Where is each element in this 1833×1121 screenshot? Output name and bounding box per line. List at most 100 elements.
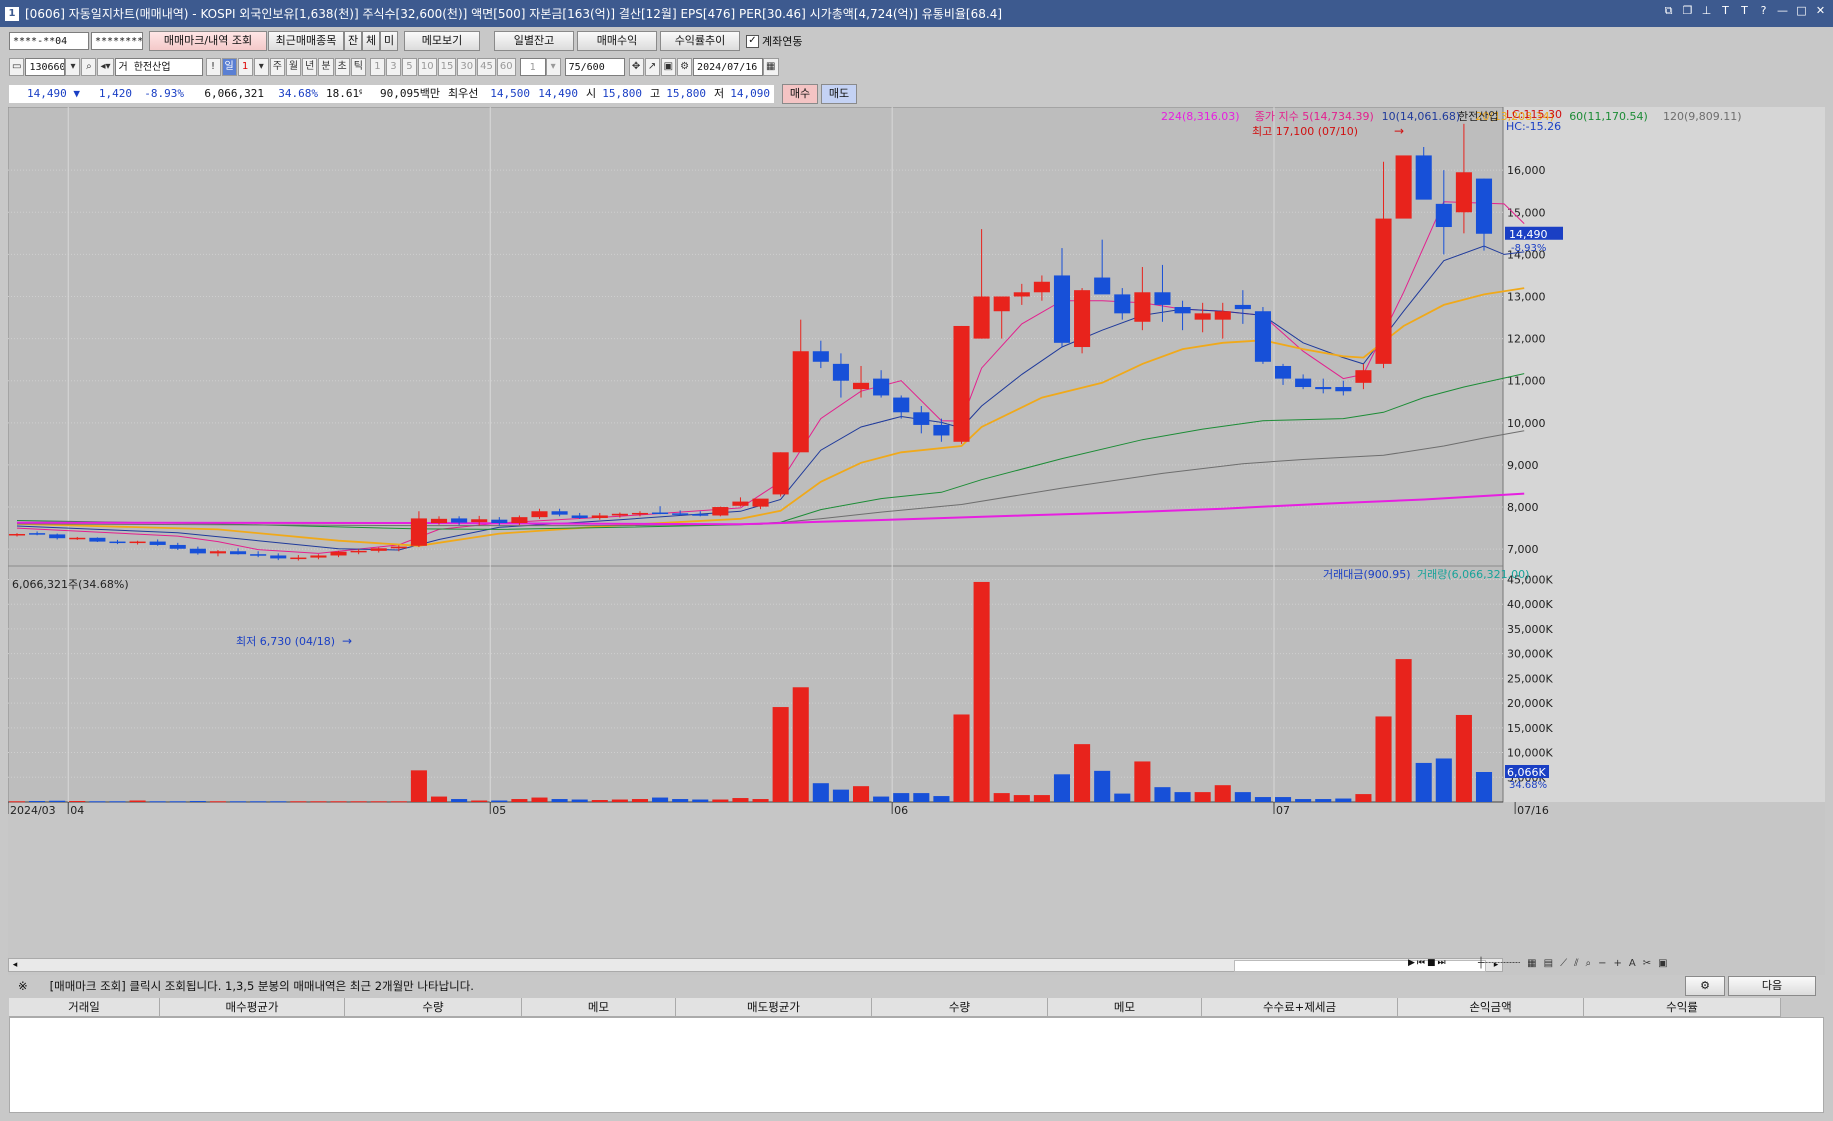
candle-body bbox=[953, 325, 970, 442]
period-second-button[interactable]: 초 bbox=[334, 58, 350, 76]
alert-button[interactable]: ! bbox=[205, 58, 221, 76]
zoom-in-icon[interactable]: + bbox=[1614, 958, 1622, 972]
legend-ma60: 60(11,170.54) bbox=[1569, 110, 1648, 123]
volume-bar bbox=[732, 798, 749, 802]
copy-window-icon[interactable]: ❐ bbox=[1681, 4, 1694, 17]
scroll-left-icon[interactable]: ◂ bbox=[9, 959, 21, 971]
minute-5-button[interactable]: 5 bbox=[401, 58, 417, 76]
period-tick-button[interactable]: 틱 bbox=[350, 58, 366, 76]
stock-code-input[interactable]: 130660 bbox=[25, 58, 66, 76]
table-settings-button[interactable]: ⚙ bbox=[1685, 976, 1725, 996]
sell-button[interactable]: 매도 bbox=[821, 84, 857, 104]
volume-tick-label: 25,000K bbox=[1507, 672, 1553, 685]
zoom-out-icon[interactable]: − bbox=[1598, 958, 1606, 972]
config-icon[interactable]: ▣ bbox=[1658, 958, 1667, 972]
calendar-icon[interactable]: ▦ bbox=[763, 58, 779, 76]
font-size-icon[interactable]: T bbox=[1738, 4, 1751, 17]
volume-bar bbox=[390, 801, 407, 803]
pin-icon[interactable]: ⊥ bbox=[1700, 4, 1713, 17]
minute-3-button[interactable]: 3 bbox=[385, 58, 401, 76]
period-minute-button[interactable]: 분 bbox=[318, 58, 334, 76]
link-icon[interactable]: ⧉ bbox=[1662, 4, 1675, 17]
date-input[interactable]: 2024/07/16 bbox=[693, 58, 764, 76]
minute-60-button[interactable]: 60 bbox=[496, 58, 516, 76]
account-input[interactable]: ****-**04 bbox=[9, 32, 89, 50]
candle-body bbox=[1355, 370, 1372, 383]
profit-trend-button[interactable]: 수익률추이 bbox=[660, 31, 740, 51]
trade-table-body[interactable] bbox=[9, 1017, 1824, 1113]
trade-profit-button[interactable]: 매매수익 bbox=[577, 31, 657, 51]
bar-count-field[interactable]: 75/600 bbox=[564, 58, 625, 76]
delete-icon[interactable]: ✂ bbox=[1643, 958, 1651, 972]
grid-icon[interactable]: ▦ bbox=[1527, 958, 1536, 972]
candle-body bbox=[852, 382, 870, 390]
save-icon[interactable]: ▣ bbox=[660, 58, 677, 76]
volume-bar bbox=[1355, 794, 1372, 802]
help-icon[interactable]: ? bbox=[1757, 4, 1770, 17]
crosshair-icon[interactable]: ✥ bbox=[628, 58, 644, 76]
minute-30-button[interactable]: 30 bbox=[457, 58, 477, 76]
maximize-icon[interactable]: □ bbox=[1795, 4, 1808, 17]
period-multiplier[interactable]: 1 bbox=[237, 58, 253, 76]
rewind-icon[interactable]: ⏮ bbox=[1417, 958, 1425, 972]
memo-view-button[interactable]: 메모보기 bbox=[404, 31, 480, 51]
period-week-button[interactable]: 주 bbox=[269, 58, 285, 76]
chart-scrollbar[interactable]: ◂ ▸ bbox=[8, 958, 1503, 972]
candle-body bbox=[1013, 292, 1030, 297]
account-link-checkbox[interactable]: ✓ bbox=[746, 34, 759, 48]
fib-icon[interactable]: ⫽ bbox=[1574, 958, 1578, 972]
recent-trades-button[interactable]: 최근매매종목 bbox=[268, 31, 344, 51]
minute-15-button[interactable]: 15 bbox=[437, 58, 457, 76]
minimize-icon[interactable]: — bbox=[1776, 4, 1789, 17]
password-input[interactable]: ******** bbox=[91, 32, 143, 50]
close-icon[interactable]: ✕ bbox=[1814, 4, 1827, 17]
price-tick-label: 9,000 bbox=[1507, 459, 1539, 472]
period-day-button[interactable]: 일 bbox=[221, 58, 237, 76]
trend-tool-icon[interactable]: ↗ bbox=[644, 58, 660, 76]
font-icon[interactable]: T bbox=[1719, 4, 1732, 17]
volume-bar bbox=[873, 796, 890, 802]
candle-body bbox=[1315, 387, 1332, 390]
speaker-icon[interactable]: ◂▾ bbox=[97, 58, 114, 76]
zoom-slider[interactable]: ┼┈┈┈┈┈┈ bbox=[1478, 958, 1520, 972]
unfilled-mini-button[interactable]: 미 bbox=[380, 31, 398, 51]
settings-gear-icon[interactable]: ⚙ bbox=[677, 58, 693, 76]
draw-icon[interactable]: ⟋ bbox=[1560, 958, 1567, 972]
executed-mini-button[interactable]: 체 bbox=[362, 31, 380, 51]
multiplier-dropdown-icon[interactable]: ▾ bbox=[253, 58, 269, 76]
stock-name-field[interactable]: 거 한전산업 bbox=[114, 58, 203, 76]
interval-dropdown-icon[interactable]: ▾ bbox=[545, 58, 561, 76]
trade-mark-button[interactable]: 매매마크/내역 조회 bbox=[149, 31, 267, 51]
price-change-pct: -8.93% bbox=[136, 85, 188, 103]
period-month-button[interactable]: 월 bbox=[285, 58, 302, 76]
stop-icon[interactable]: ■ bbox=[1427, 958, 1436, 972]
open-label: 시 bbox=[582, 85, 598, 103]
minute-10-button[interactable]: 10 bbox=[417, 58, 437, 76]
text-tool-icon[interactable]: A bbox=[1629, 958, 1636, 972]
daily-balance-button[interactable]: 일별잔고 bbox=[494, 31, 574, 51]
interval-input[interactable]: 1 bbox=[519, 58, 546, 76]
window-icon[interactable]: ▤ bbox=[1544, 958, 1553, 972]
volume-bar bbox=[913, 793, 930, 802]
play-icon[interactable]: ▶ bbox=[1408, 958, 1415, 972]
candle-body bbox=[692, 514, 709, 516]
code-dropdown-icon[interactable]: ▾ bbox=[65, 58, 81, 76]
forward-icon[interactable]: ⏭ bbox=[1438, 958, 1446, 972]
x-tick-label: 2024/03 bbox=[10, 804, 56, 817]
balance-mini-button[interactable]: 잔 bbox=[344, 31, 362, 51]
current-pct-label: -8.93% bbox=[1511, 243, 1546, 254]
chart-area[interactable]: 16,000 15,000 14,000 13,000 12,000 11,000 10,0… bbox=[7, 106, 1825, 975]
volume-bar bbox=[1134, 761, 1151, 802]
buy-button[interactable]: 매수 bbox=[782, 84, 818, 104]
magnify-icon[interactable]: ⌕ bbox=[1586, 958, 1592, 972]
account-link-label: 계좌연동 bbox=[762, 35, 803, 48]
current-price: 14,490 ▼ bbox=[9, 85, 84, 103]
search-icon[interactable]: ⌕ bbox=[81, 58, 97, 76]
layout-icon[interactable]: ▭ bbox=[9, 58, 25, 76]
minute-45-button[interactable]: 45 bbox=[477, 58, 496, 76]
period-year-button[interactable]: 년 bbox=[302, 58, 318, 76]
bar-count: 75 bbox=[568, 62, 581, 73]
price-volume-chart[interactable]: 16,00015,00014,00013,00012,00011,00010,0… bbox=[7, 106, 1825, 975]
minute-1-button[interactable]: 1 bbox=[369, 58, 385, 76]
next-button[interactable]: 다음 bbox=[1728, 976, 1816, 996]
